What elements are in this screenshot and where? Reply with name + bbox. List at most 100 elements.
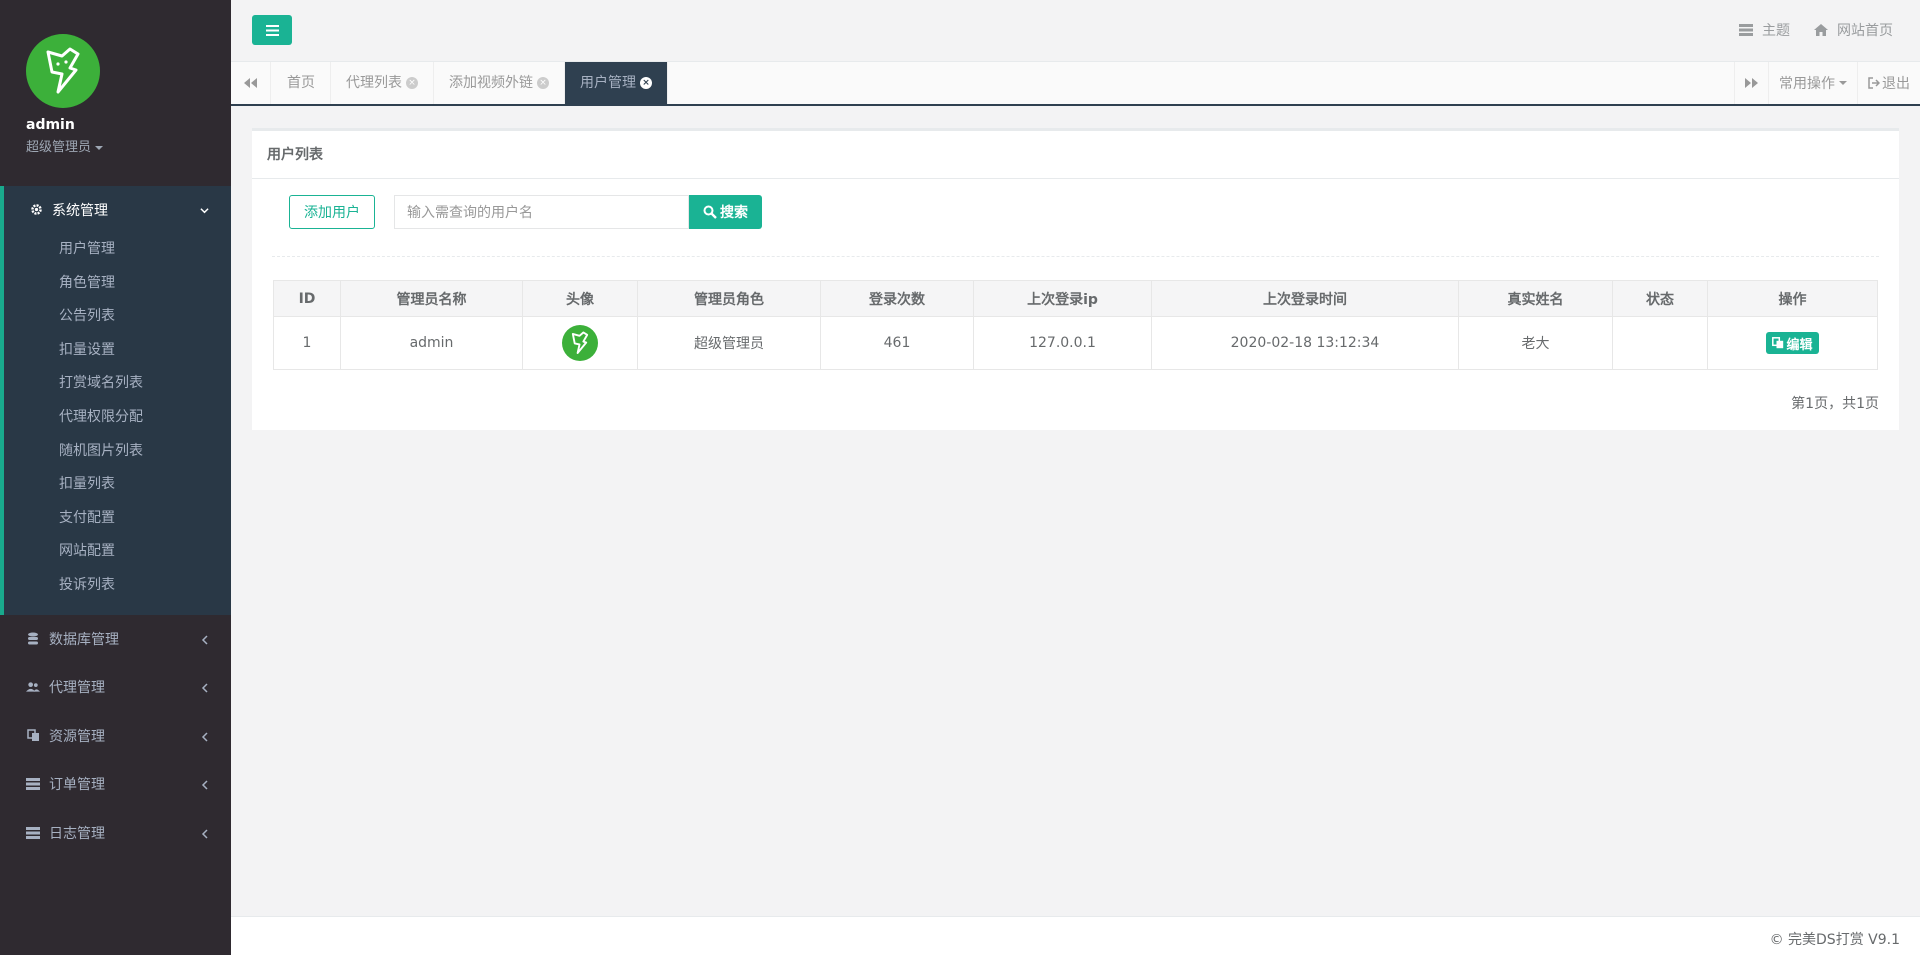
site-home-link[interactable]: 网站首页 [1814,20,1893,40]
sidebar-item-site-config[interactable]: 网站配置 [4,535,231,569]
sidebar-item-logs[interactable]: 日志管理 [0,809,231,858]
sidebar-item-random-images[interactable]: 随机图片列表 [4,435,231,469]
tab-scroll-left-button[interactable] [231,62,271,104]
column-header: 管理员角色 [637,280,821,317]
footer: © 完美DS打赏 V9.1 [231,916,1920,955]
tab-user-management[interactable]: 用户管理 × [565,62,668,104]
close-icon[interactable]: × [537,77,549,89]
tab-label: 添加视频外链 [449,75,533,91]
sidebar-item-tip-domains[interactable]: 打赏域名列表 [4,367,231,401]
server-icon [26,826,40,840]
theme-label: 主题 [1762,23,1790,39]
cell-status [1612,316,1708,370]
search-label: 搜索 [720,205,748,221]
double-left-icon [244,78,257,88]
profile-name: admin [26,117,75,133]
sidebar-item-database[interactable]: 数据库管理 [0,615,231,664]
common-ops-label: 常用操作 [1779,76,1835,92]
top-navbar: 主题 网站首页 [231,0,1920,62]
sidebar-item-label: 数据库管理 [49,631,119,648]
cell-avatar [522,316,638,370]
sidebar-item-user-management[interactable]: 用户管理 [4,233,231,267]
cat-logo-icon [46,47,80,94]
sidebar-item-announcements[interactable]: 公告列表 [4,300,231,334]
avatar[interactable] [26,34,100,108]
close-icon[interactable]: × [640,77,652,89]
footer-copyright: © 完美DS打赏 V9.1 [1769,932,1900,948]
user-list-panel: 用户列表 添加用户 输入需查询的用户名 搜索 ID 管理员名称 头像 管理员角色… [252,128,1899,430]
tab-add-video-link[interactable]: 添加视频外链 × [434,62,565,104]
chevron-left-icon [201,730,209,746]
avatar [562,325,598,361]
logout-label: 退出 [1882,76,1910,92]
chevron-left-icon [201,633,209,649]
cell-name: admin [340,316,523,370]
cell-actions: 编辑 [1707,316,1878,370]
column-header: 操作 [1707,280,1878,317]
tasks-icon [1739,24,1753,36]
menu-group-system: 系统管理 用户管理 角色管理 公告列表 扣量设置 打赏域名列表 代理权限分配 随… [0,186,231,615]
cell-last-login-time: 2020-02-18 13:12:34 [1151,316,1459,370]
hamburger-icon [265,24,279,36]
search-placeholder: 输入需查询的用户名 [407,205,533,221]
table-header-row: ID 管理员名称 头像 管理员角色 登录次数 上次登录ip 上次登录时间 真实姓… [273,280,1878,317]
sidebar-item-deduction-settings[interactable]: 扣量设置 [4,334,231,368]
sidebar-item-agent-permissions[interactable]: 代理权限分配 [4,401,231,435]
edit-label: 编辑 [1786,337,1813,353]
chevron-left-icon [201,827,209,843]
chevron-left-icon [201,681,209,697]
logout-button[interactable]: 退出 [1857,62,1920,104]
cell-login-count: 461 [820,316,974,370]
home-icon [1814,24,1828,36]
menu-head-label: 系统管理 [52,202,108,219]
sidebar-item-label: 代理管理 [49,680,105,697]
sign-out-icon [1868,77,1880,89]
caret-down-icon [1839,81,1847,85]
sidebar-item-payment-config[interactable]: 支付配置 [4,502,231,536]
panel-title: 用户列表 [252,131,1899,179]
column-header: 状态 [1612,280,1708,317]
column-header: ID [273,280,341,317]
column-header: 管理员名称 [340,280,523,317]
column-header: 上次登录ip [973,280,1152,317]
tab-home[interactable]: 首页 [272,62,331,104]
sidebar-item-orders[interactable]: 订单管理 [0,760,231,809]
edit-button[interactable]: 编辑 [1766,332,1819,354]
divider [272,256,1879,257]
sidebar: admin 超级管理员 系统管理 用户管理 角色管理 公告列表 扣量设置 打赏域… [0,0,231,955]
search-button[interactable]: 搜索 [689,195,762,229]
site-home-label: 网站首页 [1837,23,1893,39]
theme-link[interactable]: 主题 [1739,20,1790,40]
tab-scroll-right-button[interactable] [1734,62,1768,104]
common-ops-dropdown[interactable]: 常用操作 [1768,62,1857,104]
copy-icon [26,729,40,743]
table-row: 1 admin 超级管理员 461 127.0.0.1 2020-02-18 1… [273,316,1878,370]
tab-label: 用户管理 [580,75,636,91]
sidebar-item-role-management[interactable]: 角色管理 [4,267,231,301]
column-header: 头像 [522,280,638,317]
user-table: ID 管理员名称 头像 管理员角色 登录次数 上次登录ip 上次登录时间 真实姓… [273,280,1878,370]
add-user-button[interactable]: 添加用户 [289,195,375,229]
sidebar-item-deduction-list[interactable]: 扣量列表 [4,468,231,502]
chevron-down-icon [200,203,209,219]
close-icon[interactable]: × [406,77,418,89]
cell-real-name: 老大 [1458,316,1613,370]
menu-toggle-button[interactable] [252,15,292,45]
database-icon [26,632,40,646]
sidebar-item-label: 订单管理 [49,777,105,794]
sidebar-item-complaints[interactable]: 投诉列表 [4,569,231,603]
search-input[interactable]: 输入需查询的用户名 [394,195,689,229]
double-right-icon [1745,78,1758,88]
cell-id: 1 [273,316,341,370]
cat-logo-icon [571,331,589,354]
server-icon [26,777,40,791]
profile: admin 超级管理员 [0,0,231,186]
menu-head-system[interactable]: 系统管理 [4,186,231,233]
profile-role-dropdown[interactable]: 超级管理员 [26,136,231,155]
sidebar-item-resources[interactable]: 资源管理 [0,712,231,761]
profile-role-label: 超级管理员 [26,140,92,155]
search-icon [703,205,717,219]
sidebar-item-agents[interactable]: 代理管理 [0,663,231,712]
tab-agent-list[interactable]: 代理列表 × [331,62,434,104]
gear-icon [29,203,43,217]
